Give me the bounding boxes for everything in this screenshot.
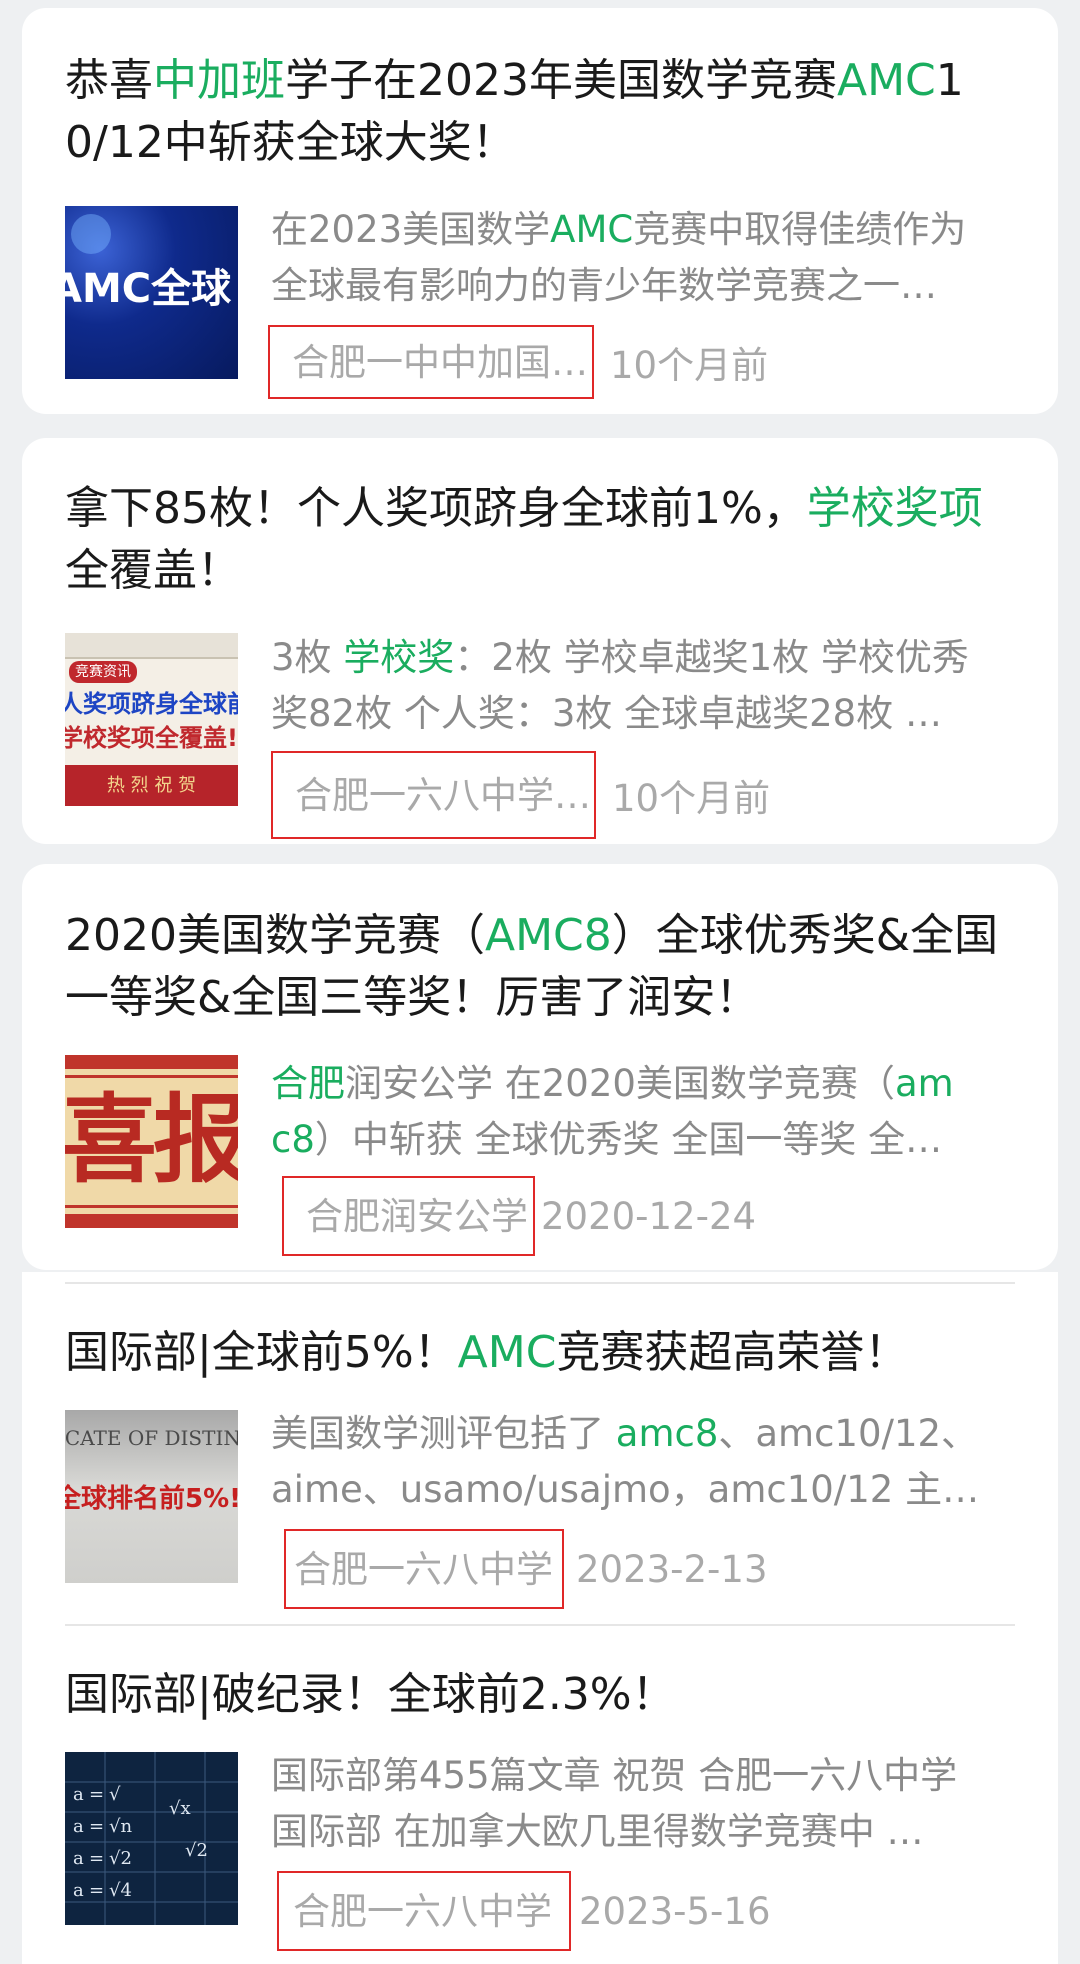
svg-text:√2: √2 (185, 1840, 208, 1861)
article-title[interactable]: 恭喜中加班学子在2023年美国数学竞赛AMC1 0/12中斩获全球大奖！ (65, 50, 1025, 174)
svg-text:=: = (89, 1880, 104, 1901)
publish-date: 2023-2-13 (576, 1547, 768, 1591)
article-title[interactable]: 拿下85枚！个人奖项跻身全球前1%，学校奖项 全覆盖！ (65, 478, 1025, 602)
svg-text:a: a (73, 1848, 84, 1869)
source-name[interactable]: 合肥润安公学 (282, 1176, 535, 1256)
article-snippet: 合肥润安公学 在2020美国数学竞赛（am c8）中斩获 全球优秀奖 全国一等奖… (271, 1062, 954, 1161)
source-name[interactable]: 合肥一六八中学 (284, 1529, 564, 1609)
article-thumbnail[interactable]: 喜报 (65, 1055, 238, 1228)
article-title[interactable]: 国际部|破纪录！全球前2.3%！ (65, 1664, 1025, 1726)
source-name[interactable]: 合肥一中中加国… (268, 325, 594, 399)
article-title[interactable]: 2020美国数学竞赛（AMC8）全球优秀奖&全国 一等奖&全国三等奖！厉害了润安… (65, 905, 1025, 1029)
svg-text:√4: √4 (109, 1880, 132, 1901)
article-card-2[interactable]: 拿下85枚！个人奖项跻身全球前1%，学校奖项 全覆盖！ 竞赛资讯 人奖项跻身全球… (22, 438, 1058, 844)
svg-text:√x: √x (169, 1798, 191, 1819)
article-snippet: 国际部第455篇文章 祝贺 合肥一六八中学 国际部 在加拿大欧几里得数学竞赛中 … (271, 1754, 958, 1853)
publish-date: 2020-12-24 (541, 1194, 757, 1238)
source-name[interactable]: 合肥一六八中学 (277, 1871, 571, 1951)
svg-text:=: = (89, 1848, 104, 1869)
source-name[interactable]: 合肥一六八中学… (271, 751, 596, 839)
article-card-1[interactable]: 恭喜中加班学子在2023年美国数学竞赛AMC1 0/12中斩获全球大奖！ AMC… (22, 8, 1058, 414)
article-meta: 合肥一六八中学 2023-2-13 (284, 1529, 768, 1609)
article-meta: 合肥一六八中学 2023-5-16 (277, 1871, 771, 1951)
article-card-3[interactable]: 2020美国数学竞赛（AMC8）全球优秀奖&全国 一等奖&全国三等奖！厉害了润安… (22, 864, 1058, 1270)
article-list: 国际部|全球前5%！AMC竞赛获超高荣誉！ ICATE OF DISTINC 全… (22, 1272, 1058, 1964)
svg-text:a: a (73, 1880, 84, 1901)
svg-text:a: a (73, 1816, 84, 1837)
article-snippet: 在2023美国数学AMC竞赛中取得佳绩作为 全球最有影响力的青少年数学竞赛之一… (271, 208, 967, 307)
article-meta: 合肥润安公学 2020-12-24 (282, 1176, 757, 1256)
publish-date: 10个月前 (612, 777, 771, 820)
svg-text:=: = (89, 1816, 104, 1837)
article-thumbnail[interactable]: ICATE OF DISTINC 全球排名前5%! (65, 1410, 238, 1583)
article-thumbnail[interactable]: AMC全球 (65, 206, 238, 379)
svg-text:√2: √2 (109, 1848, 132, 1869)
publish-date: 2023-5-16 (579, 1889, 771, 1933)
article-snippet: 美国数学测评包括了 amc8、amc10/12、 aime、usamo/usaj… (271, 1412, 980, 1511)
article-snippet: 3枚 学校奖：2枚 学校卓越奖1枚 学校优秀 奖82枚 个人奖：3枚 全球卓越奖… (271, 636, 969, 735)
divider (65, 1624, 1015, 1626)
publish-date: 10个月前 (610, 344, 769, 387)
divider (65, 1282, 1015, 1284)
article-thumbnail[interactable]: 竞赛资讯 人奖项跻身全球前 学校奖项全覆盖! 热 烈 祝 贺 (65, 633, 238, 806)
svg-text:√n: √n (109, 1816, 132, 1837)
article-meta: 合肥一六八中学… 10个月前 (271, 751, 771, 839)
svg-text:√: √ (109, 1784, 121, 1805)
search-results-page: 恭喜中加班学子在2023年美国数学竞赛AMC1 0/12中斩获全球大奖！ AMC… (0, 0, 1080, 1964)
svg-text:=: = (89, 1784, 104, 1805)
article-title[interactable]: 国际部|全球前5%！AMC竞赛获超高荣誉！ (65, 1322, 1025, 1384)
article-thumbnail[interactable]: a = √ a = √n a = √2 a = √4 √x √2 (65, 1752, 238, 1925)
svg-text:a: a (73, 1784, 84, 1805)
article-meta: 合肥一中中加国… 10个月前 (268, 325, 769, 399)
math-formula-image: a = √ a = √n a = √2 a = √4 √x√2 (65, 1752, 238, 1925)
